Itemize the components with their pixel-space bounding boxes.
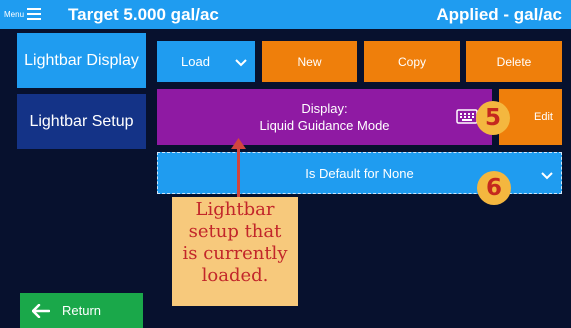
app-window: Menu Target 5.000 gal/ac Applied - gal/a…: [0, 0, 571, 328]
chevron-down-icon: [235, 55, 247, 70]
return-button[interactable]: Return: [20, 293, 143, 328]
annotation-callout: Lightbar setup that is currently loaded.: [172, 197, 298, 306]
edit-label: Edit: [534, 111, 553, 123]
display-title: Display:: [301, 101, 348, 116]
sidebar-item-label: Lightbar Display: [24, 51, 139, 69]
copy-label: Copy: [397, 54, 426, 69]
header-bar: Menu Target 5.000 gal/ac Applied - gal/a…: [0, 0, 571, 29]
chevron-down-icon: [541, 168, 553, 183]
display-mode-panel[interactable]: Display: Liquid Guidance Mode: [157, 89, 492, 145]
new-button[interactable]: New: [262, 41, 357, 82]
new-label: New: [297, 54, 322, 69]
annotation-line: setup that: [188, 221, 282, 242]
sidebar-item-label: Lightbar Setup: [29, 112, 134, 130]
load-dropdown[interactable]: Load: [157, 41, 255, 82]
delete-label: Delete: [496, 54, 532, 69]
hamburger-icon: [27, 8, 42, 20]
annotation-line: is currently: [182, 243, 288, 264]
display-mode: Liquid Guidance Mode: [259, 118, 390, 133]
menu-button[interactable]: Menu: [4, 3, 42, 25]
sidebar-item-lightbar-display[interactable]: Lightbar Display: [17, 33, 146, 88]
arrow-left-icon: [32, 303, 50, 318]
menu-label: Menu: [4, 9, 25, 19]
keyboard-icon: [456, 109, 478, 129]
annotation-line: Lightbar: [195, 199, 275, 220]
annotation-arrow-head: [231, 138, 246, 149]
step-badge-5: 5: [476, 101, 510, 135]
copy-button[interactable]: Copy: [364, 41, 460, 82]
sidebar-item-lightbar-setup[interactable]: Lightbar Setup: [17, 94, 146, 149]
delete-button[interactable]: Delete: [466, 41, 562, 82]
return-label: Return: [62, 303, 102, 318]
annotation-line: loaded.: [201, 265, 269, 286]
load-label: Load: [181, 54, 210, 69]
annotation-arrow-line: [237, 146, 240, 198]
applied-rate: Applied - gal/ac: [436, 5, 562, 24]
step-badge-6: 6: [477, 171, 511, 205]
target-rate: Target 5.000 gal/ac: [68, 5, 219, 24]
default-assignment-value: Is Default for None: [305, 165, 414, 181]
